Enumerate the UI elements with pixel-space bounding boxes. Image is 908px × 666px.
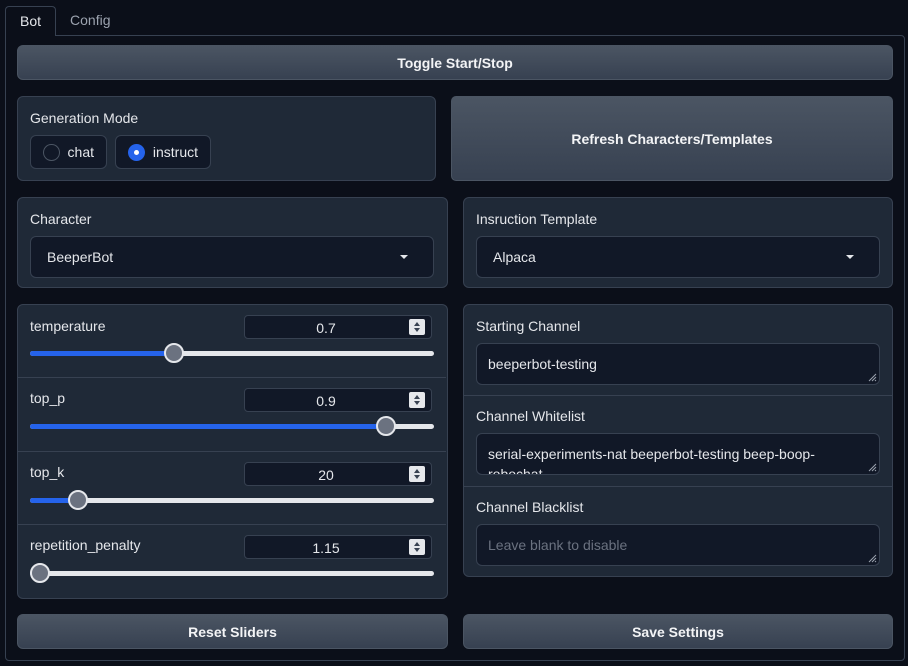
character-group: Character BeeperBot [17,197,448,288]
divider [464,486,892,487]
slider-number-input[interactable]: 0.7 [244,315,432,339]
slider-label: top_p [30,390,66,406]
slider-top-k: top_k 20 [18,452,446,525]
radio-instruct-label: instruct [152,144,198,160]
resize-handle-icon[interactable] [867,372,877,382]
tab-panel: Toggle Start/Stop Generation Mode chat i… [5,35,905,661]
slider-track[interactable] [30,416,434,436]
channel-blacklist-input[interactable]: Leave blank to disable [476,524,880,566]
slider-top-p: top_p 0.9 [18,378,446,451]
spinner-icon[interactable] [409,319,425,335]
slider-label: repetition_penalty [30,537,141,553]
starting-channel-input[interactable]: beeperbot-testing [476,343,880,385]
radio-instruct-indicator[interactable] [128,143,145,161]
channels-group: Starting Channel beeperbot-testing Chann… [463,304,893,577]
save-settings-button[interactable]: Save Settings [463,614,893,649]
channel-whitelist-label: Channel Whitelist [476,408,585,424]
slider-repetition-penalty: repetition_penalty 1.15 [18,525,446,598]
radio-chat-indicator[interactable] [43,143,60,161]
slider-track[interactable] [30,490,434,510]
spinner-icon[interactable] [409,539,425,555]
radio-instruct[interactable]: instruct [115,135,211,169]
instruction-template-dropdown[interactable]: Alpaca [476,236,880,278]
generation-mode-label: Generation Mode [30,110,139,126]
starting-channel-label: Starting Channel [476,318,581,334]
character-dropdown[interactable]: BeeperBot [30,236,434,278]
refresh-characters-templates-button[interactable]: Refresh Characters/Templates [451,96,893,181]
channel-whitelist-input[interactable]: serial-experiments-nat beeperbot-testing… [476,433,880,475]
slider-thumb[interactable] [68,490,89,510]
chevron-down-icon [400,255,408,259]
slider-thumb[interactable] [163,343,184,363]
tab-bot[interactable]: Bot [5,6,57,36]
slider-number-input[interactable]: 20 [244,462,432,486]
channel-blacklist-placeholder: Leave blank to disable [488,537,628,553]
radio-chat-label: chat [67,144,94,160]
spinner-icon[interactable] [409,392,425,408]
slider-number-input[interactable]: 0.9 [244,388,432,412]
slider-label: temperature [30,318,106,334]
channel-whitelist-value: serial-experiments-nat beeperbot-testing… [488,446,815,475]
tab-bar: Bot Config [5,6,124,36]
chevron-down-icon [846,255,854,259]
slider-thumb[interactable] [30,563,51,583]
slider-track[interactable] [30,563,434,583]
generation-mode-group: Generation Mode chat instruct [17,96,436,181]
slider-value[interactable]: 0.7 [245,320,407,336]
radio-chat[interactable]: chat [30,135,107,169]
slider-label: top_k [30,464,65,480]
starting-channel-value: beeperbot-testing [488,356,597,372]
slider-track[interactable] [30,343,434,363]
slider-thumb[interactable] [375,416,396,436]
slider-temperature: temperature 0.7 [18,305,446,378]
reset-sliders-button[interactable]: Reset Sliders [17,614,448,649]
slider-fill [30,424,386,429]
slider-value[interactable]: 1.15 [245,540,407,556]
tab-config[interactable]: Config [56,6,124,36]
sliders-group: temperature 0.7 top_p 0.9 top_k 20 repet… [17,304,448,599]
resize-handle-icon[interactable] [867,462,877,472]
instruction-template-value: Alpaca [493,249,536,265]
resize-handle-icon[interactable] [867,553,877,563]
spinner-icon[interactable] [409,466,425,482]
character-label: Character [30,211,92,227]
channel-blacklist-label: Channel Blacklist [476,499,584,515]
instruction-template-label: Insruction Template [476,211,598,227]
character-value: BeeperBot [47,249,114,265]
slider-number-input[interactable]: 1.15 [244,535,432,559]
slider-value[interactable]: 20 [245,467,407,483]
divider [464,395,892,396]
instruction-template-group: Insruction Template Alpaca [463,197,893,288]
slider-fill [30,351,174,356]
slider-value[interactable]: 0.9 [245,393,407,409]
toggle-start-stop-button[interactable]: Toggle Start/Stop [17,45,893,80]
